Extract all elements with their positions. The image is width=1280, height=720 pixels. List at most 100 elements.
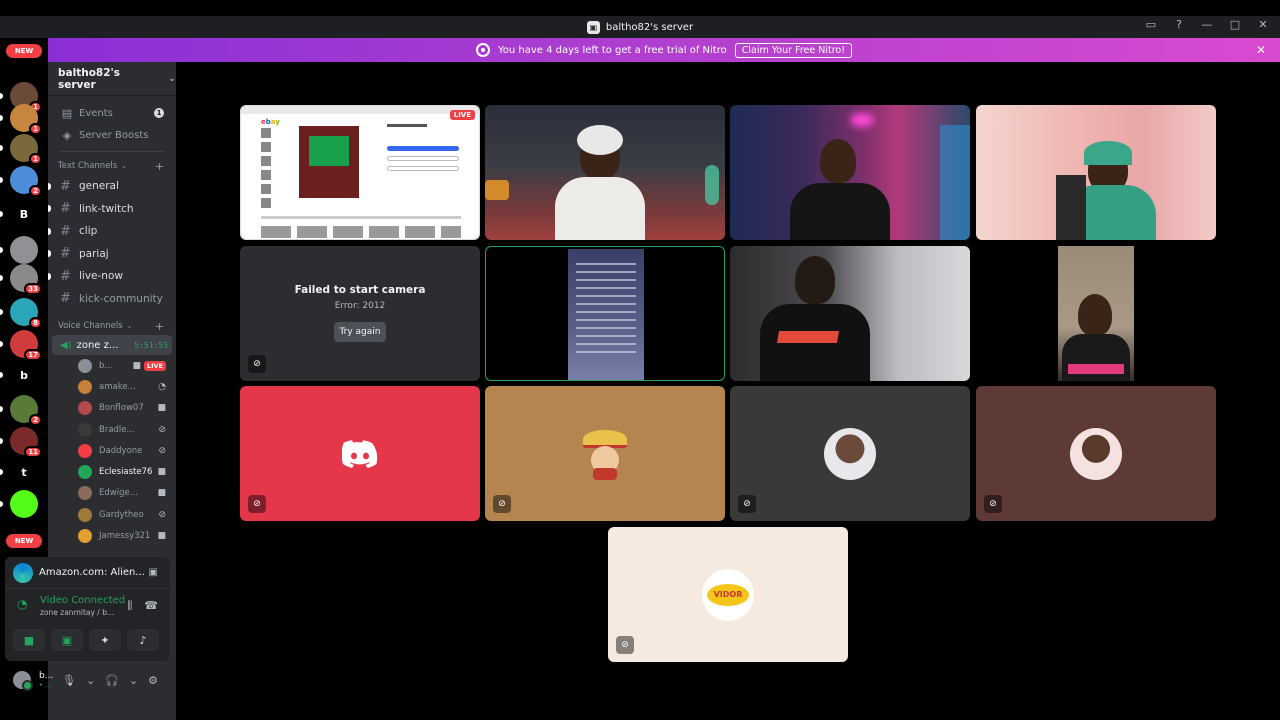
video-tile-user-avatar[interactable]: ⊘ — [730, 386, 970, 521]
channel-name: general — [79, 180, 119, 193]
channel-name: pariaj — [79, 247, 109, 260]
camera-button[interactable]: ■ — [13, 629, 45, 651]
video-tile-discord-avatar[interactable]: ⊘ — [240, 386, 480, 521]
channel-kick-community[interactable]: # kick-community — [48, 288, 176, 311]
screen-share-button[interactable]: ▣ — [51, 629, 83, 651]
voice-user[interactable]: Daddyone ⊘ — [48, 440, 176, 461]
voice-user[interactable]: Bonflow07 ■ — [48, 398, 176, 419]
minimize-button[interactable]: — — [1200, 18, 1214, 31]
live-badge: LIVE — [143, 360, 166, 371]
new-badge-top: NEW — [6, 44, 42, 58]
video-tile-vidor-avatar[interactable]: VIDOR ⊘ — [608, 527, 848, 662]
voice-channels-category[interactable]: Voice Channels ⌄ + — [48, 317, 176, 335]
server-icon-9[interactable]: b — [10, 361, 38, 389]
voice-user-status: ■ — [157, 488, 166, 498]
events-item[interactable]: ▤ Events 1 — [48, 102, 176, 124]
close-window-button[interactable]: ✕ — [1256, 18, 1270, 31]
channel-general[interactable]: # general — [48, 175, 176, 198]
server-icon-13[interactable] — [10, 490, 38, 518]
chevron-down-icon[interactable]: ⌄ — [86, 674, 95, 687]
video-tile-3[interactable] — [730, 105, 970, 240]
mention-badge: 11 — [24, 446, 42, 458]
signal-icon[interactable]: ◔ — [17, 597, 27, 611]
channel-pariaj[interactable]: # pariaj — [48, 243, 176, 266]
gear-icon[interactable]: ⚙ — [148, 674, 158, 687]
calendar-icon: ▤ — [61, 106, 73, 120]
add-channel-icon[interactable]: + — [155, 320, 164, 333]
channel-link-twitch[interactable]: # link-twitch — [48, 198, 176, 221]
server-icon-11[interactable]: 11 — [10, 427, 42, 458]
mention-badge: 2 — [29, 185, 42, 197]
server-header[interactable]: baltho82's server ⌄ — [48, 62, 176, 96]
text-channels-category[interactable]: Text Channels ⌄ + — [48, 157, 176, 175]
activity-settings-icon[interactable]: ▣ — [149, 567, 158, 578]
channel-name: link-twitch — [79, 202, 134, 215]
channel-clip[interactable]: # clip — [48, 220, 176, 243]
channel-name: kick-community — [79, 292, 163, 305]
muted-mic-icon: ⊘ — [158, 424, 166, 435]
maximize-button[interactable]: □ — [1228, 18, 1242, 31]
avatar — [78, 379, 92, 394]
username[interactable]: b... — [39, 671, 53, 681]
webcam-stream — [730, 105, 970, 240]
channel-live-now[interactable]: # live-now — [48, 265, 176, 288]
server-icon-2[interactable]: 1 — [10, 134, 42, 165]
voice-channel-zone[interactable]: ◀) zone z... 5:51:53 — [52, 335, 172, 355]
server-label: t — [21, 465, 27, 479]
screenshare-stream: ebay — [241, 106, 479, 239]
avatar — [78, 358, 92, 373]
microphone-icon[interactable]: 🎙 — [62, 674, 76, 687]
activity-row[interactable]: Amazon.com: Alien... ▣ — [5, 557, 170, 589]
voice-user-status: ■ LIVE — [132, 360, 166, 371]
server-icon-5[interactable] — [10, 236, 38, 264]
soundboard-button[interactable]: ♪ — [127, 629, 159, 651]
video-tile-screenshare[interactable]: ebay LIVE — [240, 105, 480, 240]
voice-user[interactable]: b... ■ LIVE — [48, 355, 176, 376]
server-boosts-item[interactable]: ◈ Server Boosts — [48, 124, 176, 146]
activity-button[interactable]: ✦ — [89, 629, 121, 651]
voice-user[interactable]: amake... ◔ — [48, 376, 176, 397]
title-bar: ▣ baltho82's server ▭ ? — □ ✕ — [0, 16, 1280, 38]
server-icon-7[interactable]: 8 — [10, 298, 42, 329]
voice-user-status: ■ — [157, 403, 166, 413]
disconnect-icon[interactable]: ☎ — [144, 599, 158, 613]
video-tile-8[interactable] — [976, 246, 1216, 381]
help-icon[interactable]: ? — [1172, 18, 1186, 31]
video-tile-user-avatar-2[interactable]: ⊘ — [976, 386, 1216, 521]
chevron-down-icon[interactable]: ⌄ — [129, 674, 138, 687]
headphones-icon[interactable]: 🎧 — [105, 674, 119, 687]
video-tile-phone[interactable] — [485, 246, 725, 381]
voice-buttons: ■ ▣ ✦ ♪ — [5, 625, 170, 655]
server-icon-10[interactable]: 2 — [10, 395, 42, 426]
unread-indicator — [48, 205, 51, 213]
voice-user[interactable]: Jamessy321 ■ — [48, 525, 176, 546]
avatar[interactable] — [13, 671, 33, 691]
noise-suppression-icon[interactable]: ⫼ — [127, 599, 132, 613]
server-icon-4[interactable]: B — [10, 200, 38, 228]
video-tile-7[interactable] — [730, 246, 970, 381]
inbox-icon[interactable]: ▭ — [1144, 18, 1158, 31]
close-banner-icon[interactable]: ✕ — [1256, 43, 1266, 57]
unread-pill — [0, 93, 3, 99]
claim-nitro-button[interactable]: Claim Your Free Nitro! — [734, 42, 853, 58]
unread-pill — [0, 372, 3, 378]
camera-icon: ■ — [157, 488, 166, 499]
add-channel-icon[interactable]: + — [155, 160, 164, 173]
server-icon-6[interactable]: 33 — [10, 264, 42, 295]
server-icon-8[interactable]: 17 — [10, 330, 42, 361]
server-icon-3[interactable]: 2 — [10, 166, 42, 197]
voice-user-name: Edwige... — [99, 488, 138, 499]
video-tile-2[interactable] — [485, 105, 725, 240]
server-label: B — [19, 207, 29, 221]
video-tile-luffy-avatar[interactable]: ⊘ — [485, 386, 725, 521]
server-icon-12[interactable]: t — [10, 458, 38, 486]
new-badge-bottom: NEW — [6, 534, 42, 548]
video-tile-4[interactable] — [976, 105, 1216, 240]
try-again-button[interactable]: Try again — [334, 322, 386, 342]
voice-user[interactable]: Eclesiaste76 ■ — [48, 461, 176, 482]
voice-user[interactable]: Edwige... ■ — [48, 483, 176, 504]
voice-user[interactable]: Bradle... ⊘ — [48, 419, 176, 440]
video-tile-failed[interactable]: Failed to start camera Error: 2012 Try a… — [240, 246, 480, 381]
voice-user[interactable]: Gardytheo ⊘ — [48, 504, 176, 525]
server-icon-1[interactable]: 1 — [10, 104, 42, 135]
